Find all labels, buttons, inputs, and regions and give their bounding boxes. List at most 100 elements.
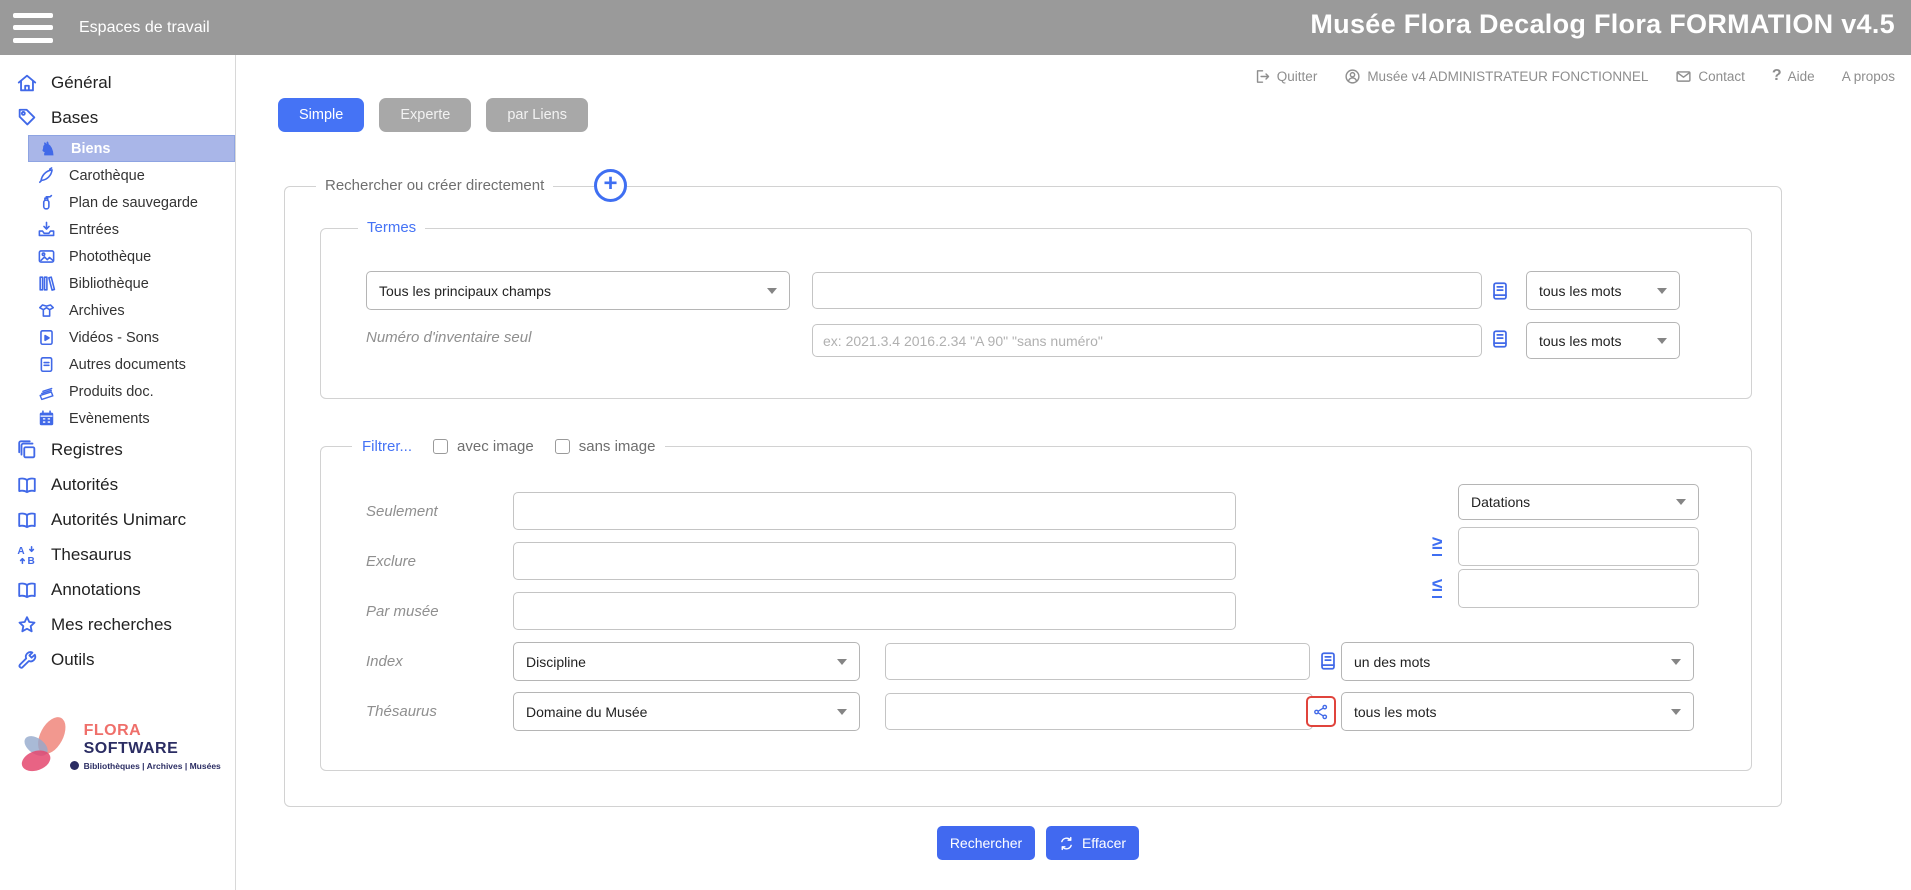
sans-image-checkbox[interactable]	[554, 438, 570, 454]
thesaurus-field-select[interactable]: Domaine du Musée	[513, 692, 860, 731]
userbar: Quitter Musée v4 ADMINISTRATEUR FONCTION…	[1254, 67, 1895, 85]
a-propos-link[interactable]: A propos	[1842, 69, 1895, 84]
sidebar-item-entrees[interactable]: Entrées	[28, 216, 235, 243]
chevron-down-icon	[837, 708, 847, 715]
sidebar-item-archives[interactable]: Archives	[28, 297, 235, 324]
hamburger-menu-icon[interactable]	[13, 12, 53, 43]
termes-legend: Termes	[358, 219, 426, 236]
topbar: Espaces de travail Musée Flora Decalog F…	[0, 0, 1911, 55]
inventory-match-select[interactable]: tous les mots	[1526, 322, 1680, 359]
quitter-link[interactable]: Quitter	[1254, 68, 1317, 85]
filter-legend: Filtrer...	[362, 437, 413, 455]
envelope-icon	[1676, 70, 1691, 82]
sidebar-item-phototheque[interactable]: Photothèque	[28, 243, 235, 270]
sidebar-item-plan-de-sauvegarde[interactable]: Plan de sauvegarde	[28, 189, 235, 216]
rechercher-button[interactable]: Rechercher	[937, 826, 1035, 860]
index-book-icon[interactable]	[1489, 280, 1511, 302]
tab-experte[interactable]: Experte	[379, 98, 472, 132]
sidebar-item-outils[interactable]: Outils	[0, 642, 235, 677]
aide-link[interactable]: ? Aide	[1772, 67, 1815, 85]
index-match-select[interactable]: un des mots	[1341, 642, 1694, 681]
library-icon	[39, 276, 56, 291]
index-book-icon[interactable]	[1317, 650, 1339, 672]
main-match-select[interactable]: tous les mots	[1526, 271, 1680, 310]
thesaurus-tree-button[interactable]	[1306, 696, 1336, 727]
video-file-icon	[40, 329, 53, 346]
wrench-icon	[18, 650, 37, 669]
share-nodes-icon	[1314, 704, 1328, 719]
sidebar-item-biens[interactable]: ♞ Biens	[28, 135, 235, 162]
field-scope-select[interactable]: Tous les principaux champs	[366, 271, 790, 310]
chevron-down-icon	[1657, 287, 1667, 294]
index-label: Index	[366, 653, 403, 670]
refresh-icon	[1061, 836, 1072, 850]
sidebar-item-annotations[interactable]: Annotations	[0, 572, 235, 607]
flora-app-window: Espaces de travail Musée Flora Decalog F…	[0, 0, 1911, 890]
sans-image-label: sans image	[578, 437, 656, 455]
avec-image-checkbox[interactable]	[433, 438, 449, 454]
datation-min-input[interactable]	[1458, 527, 1699, 566]
effacer-button[interactable]: Effacer	[1046, 826, 1139, 860]
datation-max-input[interactable]	[1458, 569, 1699, 608]
sidebar: Général Bases ♞ Biens Carothèque Plan de…	[0, 55, 236, 890]
par-musee-input[interactable]	[513, 592, 1236, 630]
inventory-label: Numéro d'inventaire seul	[366, 329, 532, 346]
open-book-icon	[18, 477, 36, 493]
chevron-down-icon	[1671, 658, 1681, 665]
sidebar-item-evenements[interactable]: Evènements	[28, 405, 235, 432]
house-icon	[17, 74, 37, 91]
chevron-down-icon	[837, 658, 847, 665]
contact-link[interactable]: Contact	[1675, 68, 1745, 85]
sidebar-item-autres-documents[interactable]: Autres documents	[28, 351, 235, 378]
exclure-label: Exclure	[366, 553, 417, 570]
filter-legend-row: Filtrer... avec image sans image	[352, 434, 666, 458]
lte-symbol[interactable]: ≤	[1432, 576, 1443, 598]
datations-select[interactable]: Datations	[1458, 484, 1699, 520]
sidebar-item-produits-doc[interactable]: Produits doc.	[28, 378, 235, 405]
inventory-input[interactable]	[812, 324, 1482, 357]
document-icon	[40, 356, 53, 373]
create-plus-button[interactable]: +	[594, 169, 627, 202]
question-mark-icon: ?	[1771, 67, 1782, 84]
svg-text:B: B	[27, 556, 34, 566]
core-sample-icon	[38, 167, 53, 184]
fire-extinguisher-icon	[42, 194, 53, 210]
open-book-icon	[18, 582, 36, 598]
par-musee-label: Par musée	[366, 603, 439, 620]
chevron-down-icon	[1671, 708, 1681, 715]
tab-simple[interactable]: Simple	[278, 98, 365, 132]
sidebar-item-bases[interactable]: Bases	[0, 100, 235, 135]
inbox-download-icon	[38, 221, 55, 237]
termes-fieldset	[320, 228, 1752, 399]
logo-dot-icon	[69, 761, 79, 770]
sidebar-item-mes-recherches[interactable]: Mes recherches	[0, 607, 235, 642]
app-title: Musée Flora Decalog Flora FORMATION v4.5	[1310, 9, 1895, 39]
sidebar-item-general[interactable]: Général	[0, 65, 235, 100]
sidebar-item-carotheque[interactable]: Carothèque	[28, 162, 235, 189]
index-book-icon[interactable]	[1489, 328, 1511, 350]
chevron-down-icon	[1657, 337, 1667, 344]
sidebar-item-videos-sons[interactable]: Vidéos - Sons	[28, 324, 235, 351]
flora-butterfly-icon	[21, 717, 66, 772]
gte-symbol[interactable]: ≥	[1432, 534, 1443, 556]
main-search-input[interactable]	[812, 272, 1482, 309]
person-circle-icon	[1345, 68, 1360, 84]
image-icon	[38, 250, 55, 263]
thesaurus-value-input[interactable]	[885, 693, 1313, 730]
index-field-select[interactable]: Discipline	[513, 642, 860, 681]
sidebar-item-registres[interactable]: Registres	[0, 432, 235, 467]
star-icon	[18, 615, 36, 632]
sidebar-item-autorites-unimarc[interactable]: Autorités Unimarc	[0, 502, 235, 537]
sidebar-item-thesaurus[interactable]: AB Thesaurus	[0, 537, 235, 572]
tab-par-liens[interactable]: par Liens	[486, 98, 588, 132]
user-account-link[interactable]: Musée v4 ADMINISTRATEUR FONCTIONNEL	[1344, 68, 1648, 85]
sidebar-item-autorites[interactable]: Autorités	[0, 467, 235, 502]
sidebar-item-bibliotheque[interactable]: Bibliothèque	[28, 270, 235, 297]
calendar-icon	[39, 410, 54, 426]
index-value-input[interactable]	[885, 643, 1310, 680]
search-panel-legend: Rechercher ou créer directement	[316, 177, 554, 194]
seulement-input[interactable]	[513, 492, 1236, 530]
logo-brand-software: SOFTWARE	[83, 739, 179, 757]
exclure-input[interactable]	[513, 542, 1236, 580]
thesaurus-match-select[interactable]: tous les mots	[1341, 692, 1694, 731]
